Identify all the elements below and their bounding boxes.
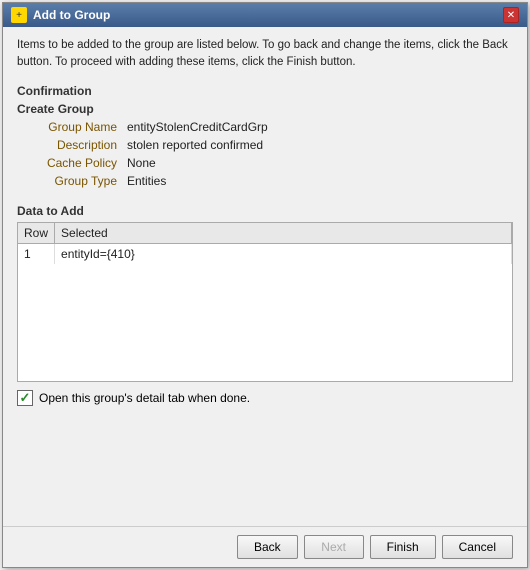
title-bar-left: + Add to Group <box>11 7 110 23</box>
description-label: Description <box>27 138 117 152</box>
cache-policy-label: Cache Policy <box>27 156 117 170</box>
confirmation-section: Confirmation Create Group Group Name ent… <box>17 84 513 192</box>
checkbox-row: ✓ Open this group's detail tab when done… <box>17 390 513 406</box>
dialog-title: Add to Group <box>33 8 110 22</box>
table-body: 1entityId={410} <box>18 243 512 264</box>
table-header-row: Row Selected <box>18 223 512 244</box>
close-button[interactable]: ✕ <box>503 7 519 23</box>
checkbox-check-icon: ✓ <box>20 390 31 406</box>
create-group-title: Create Group <box>17 102 513 116</box>
table-row: 1entityId={410} <box>18 243 512 264</box>
cache-policy-value: None <box>127 156 156 170</box>
data-to-add-section: Data to Add Row Selected 1entityId={410} <box>17 204 513 517</box>
group-type-row: Group Type Entities <box>27 174 513 188</box>
add-to-group-dialog: + Add to Group ✕ Items to be added to th… <box>2 2 528 568</box>
group-type-label: Group Type <box>27 174 117 188</box>
group-type-value: Entities <box>127 174 166 188</box>
instruction-text: Items to be added to the group are liste… <box>17 37 513 72</box>
table-cell-selected: entityId={410} <box>55 243 512 264</box>
description-value: stolen reported confirmed <box>127 138 263 152</box>
table-cell-row: 1 <box>18 243 55 264</box>
next-button[interactable]: Next <box>304 535 364 559</box>
back-button[interactable]: Back <box>237 535 298 559</box>
cancel-button[interactable]: Cancel <box>442 535 513 559</box>
form-table: Group Name entityStolenCreditCardGrp Des… <box>27 120 513 188</box>
col-header-row: Row <box>18 223 55 244</box>
data-to-add-title: Data to Add <box>17 204 513 218</box>
group-name-label: Group Name <box>27 120 117 134</box>
dialog-icon: + <box>11 7 27 23</box>
finish-button[interactable]: Finish <box>370 535 436 559</box>
checkbox-label: Open this group's detail tab when done. <box>39 391 250 405</box>
title-bar: + Add to Group ✕ <box>3 3 527 27</box>
col-header-selected: Selected <box>55 223 512 244</box>
group-name-value: entityStolenCreditCardGrp <box>127 120 268 134</box>
dialog-content: Items to be added to the group are liste… <box>3 27 527 526</box>
description-row: Description stolen reported confirmed <box>27 138 513 152</box>
cache-policy-row: Cache Policy None <box>27 156 513 170</box>
open-detail-checkbox[interactable]: ✓ <box>17 390 33 406</box>
data-table: Row Selected 1entityId={410} <box>18 223 512 264</box>
group-name-row: Group Name entityStolenCreditCardGrp <box>27 120 513 134</box>
data-table-container: Row Selected 1entityId={410} <box>17 222 513 382</box>
dialog-footer: Back Next Finish Cancel <box>3 526 527 567</box>
confirmation-title: Confirmation <box>17 84 513 98</box>
